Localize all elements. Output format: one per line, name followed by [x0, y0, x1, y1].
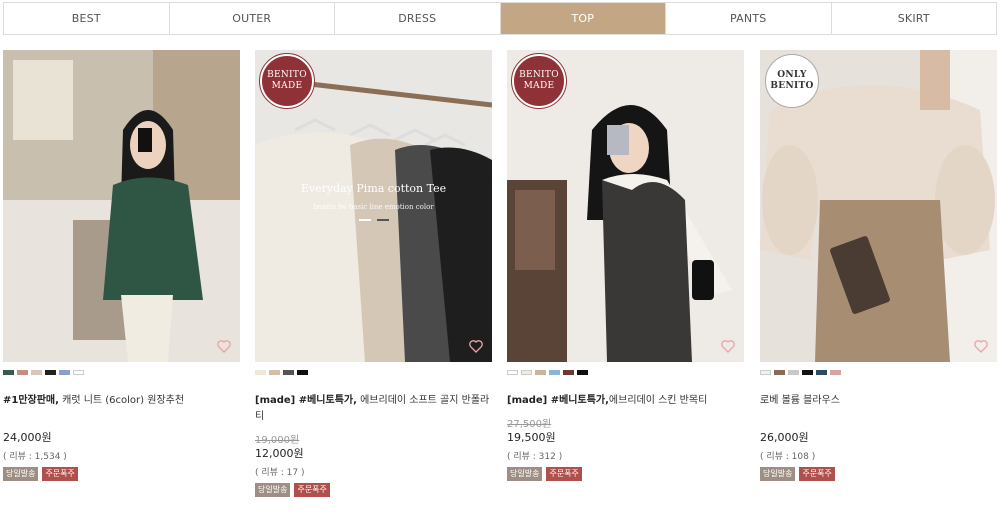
- color-swatch: [255, 370, 266, 375]
- tag-popular: 주문폭주: [799, 467, 835, 481]
- benito-made-badge: BENITO MADE: [511, 53, 567, 109]
- color-swatch: [830, 370, 841, 375]
- color-swatch: [507, 370, 518, 375]
- tab-outer[interactable]: OUTER: [169, 3, 335, 34]
- tag-same-day: 당일발송: [255, 483, 291, 497]
- wishlist-heart-icon[interactable]: [468, 338, 484, 354]
- product-title-text: 캐럿 니트 (6color) 원장추천: [58, 395, 185, 406]
- tag-same-day: 당일발송: [760, 467, 796, 481]
- original-price: 19,000원: [255, 435, 300, 446]
- tab-dress[interactable]: DRESS: [335, 3, 501, 34]
- color-swatch: [816, 370, 827, 375]
- color-swatch: [297, 370, 308, 375]
- wishlist-heart-icon[interactable]: [216, 338, 232, 354]
- product-card[interactable]: ONLY BENITO 로베 볼륨 블라우스 26,000원 ( 리뷰 : 10…: [760, 50, 997, 481]
- product-image[interactable]: BENITO MADE: [507, 50, 744, 362]
- color-swatch: [59, 370, 70, 375]
- badge-line: MADE: [271, 81, 303, 91]
- tag-popular: 주문폭주: [294, 483, 330, 497]
- color-swatch: [788, 370, 799, 375]
- carousel-dots: [255, 219, 492, 221]
- original-price: 27,500원: [507, 419, 552, 430]
- product-image[interactable]: [3, 50, 240, 362]
- product-title-text: 로베 볼륨 블라우스: [760, 395, 840, 406]
- review-count: ( 리뷰 : 312 ): [507, 452, 563, 462]
- product-card[interactable]: BENITO MADE [made] #베니토특가,에브리데이 스킨 반목티 2…: [507, 50, 744, 481]
- color-swatch: [535, 370, 546, 375]
- tab-pants[interactable]: PANTS: [666, 3, 832, 34]
- color-swatch: [31, 370, 42, 375]
- color-swatch: [17, 370, 28, 375]
- product-card[interactable]: #1만장판매, 캐럿 니트 (6color) 원장추천 24,000원 ( 리뷰…: [3, 50, 240, 481]
- badge-line: ONLY: [777, 70, 807, 80]
- image-caption-title: Everyday Pima cotton Tee: [300, 182, 447, 195]
- sale-price: 19,500원: [507, 431, 556, 444]
- color-swatch: [802, 370, 813, 375]
- tag-same-day: 당일발송: [3, 467, 39, 481]
- color-swatch: [73, 370, 84, 375]
- product-card[interactable]: BENITO MADE Everyday Pima cotton Tee ben…: [255, 50, 492, 497]
- only-benito-badge: ONLY BENITO: [765, 54, 819, 108]
- sale-price: 12,000원: [255, 447, 304, 460]
- wishlist-heart-icon[interactable]: [720, 338, 736, 354]
- product-image[interactable]: ONLY BENITO: [760, 50, 997, 362]
- product-title-highlight: #1만장판매,: [3, 395, 59, 406]
- color-swatch: [45, 370, 56, 375]
- tab-skirt[interactable]: SKIRT: [831, 3, 996, 34]
- product-tags: 당일발송 주문폭주: [255, 483, 492, 497]
- color-swatch: [521, 370, 532, 375]
- color-swatch: [774, 370, 785, 375]
- product-title[interactable]: [made] #베니토특가, 에브리데이 소프트 골지 반폴라티: [255, 393, 492, 425]
- color-swatches: [3, 370, 240, 375]
- tag-popular: 주문폭주: [42, 467, 78, 481]
- color-swatch: [269, 370, 280, 375]
- product-title-highlight: [made] #베니토특가,: [255, 395, 357, 406]
- product-tags: 당일발송 주문폭주: [3, 467, 240, 481]
- product-tags: 당일발송 주문폭주: [760, 467, 997, 481]
- color-swatch: [3, 370, 14, 375]
- tag-popular: 주문폭주: [546, 467, 582, 481]
- wishlist-heart-icon[interactable]: [973, 338, 989, 354]
- product-title[interactable]: 로베 볼륨 블라우스: [760, 393, 997, 409]
- color-swatch: [283, 370, 294, 375]
- original-price: [760, 415, 997, 429]
- product-title-text: 에브리데이 스킨 반목티: [608, 395, 708, 406]
- product-image[interactable]: BENITO MADE Everyday Pima cotton Tee ben…: [255, 50, 492, 362]
- review-count: ( 리뷰 : 108 ): [760, 452, 816, 462]
- review-count: ( 리뷰 : 1,534 ): [3, 452, 67, 462]
- product-tags: 당일발송 주문폭주: [507, 467, 744, 481]
- badge-line: MADE: [523, 81, 555, 91]
- tag-same-day: 당일발송: [507, 467, 543, 481]
- color-swatches: [507, 370, 744, 375]
- product-title-highlight: [made] #베니토특가,: [507, 395, 609, 406]
- original-price: [3, 415, 240, 429]
- tab-best[interactable]: BEST: [4, 3, 170, 34]
- badge-line: BENITO: [267, 70, 307, 80]
- color-swatch: [549, 370, 560, 375]
- carousel-dot[interactable]: [376, 219, 389, 221]
- color-swatch: [563, 370, 574, 375]
- product-title[interactable]: #1만장판매, 캐럿 니트 (6color) 원장추천: [3, 393, 240, 409]
- color-swatches: [760, 370, 997, 375]
- sale-price: 26,000원: [760, 431, 809, 444]
- category-tabs: BEST OUTER DRESS TOP PANTS SKIRT: [3, 2, 997, 35]
- image-caption: Everyday Pima cotton Tee benito fw basic…: [255, 182, 492, 221]
- tab-top[interactable]: TOP: [500, 3, 666, 34]
- color-swatch: [760, 370, 771, 375]
- badge-line: BENITO: [519, 70, 559, 80]
- image-caption-subtitle: benito fw basic line emotion color: [313, 203, 434, 211]
- carousel-dot[interactable]: [358, 219, 371, 221]
- review-count: ( 리뷰 : 17 ): [255, 468, 305, 478]
- badge-line: BENITO: [770, 81, 814, 91]
- color-swatches: [255, 370, 492, 375]
- product-title[interactable]: [made] #베니토특가,에브리데이 스킨 반목티: [507, 393, 744, 409]
- color-swatch: [577, 370, 588, 375]
- benito-made-badge: BENITO MADE: [259, 53, 315, 109]
- sale-price: 24,000원: [3, 431, 52, 444]
